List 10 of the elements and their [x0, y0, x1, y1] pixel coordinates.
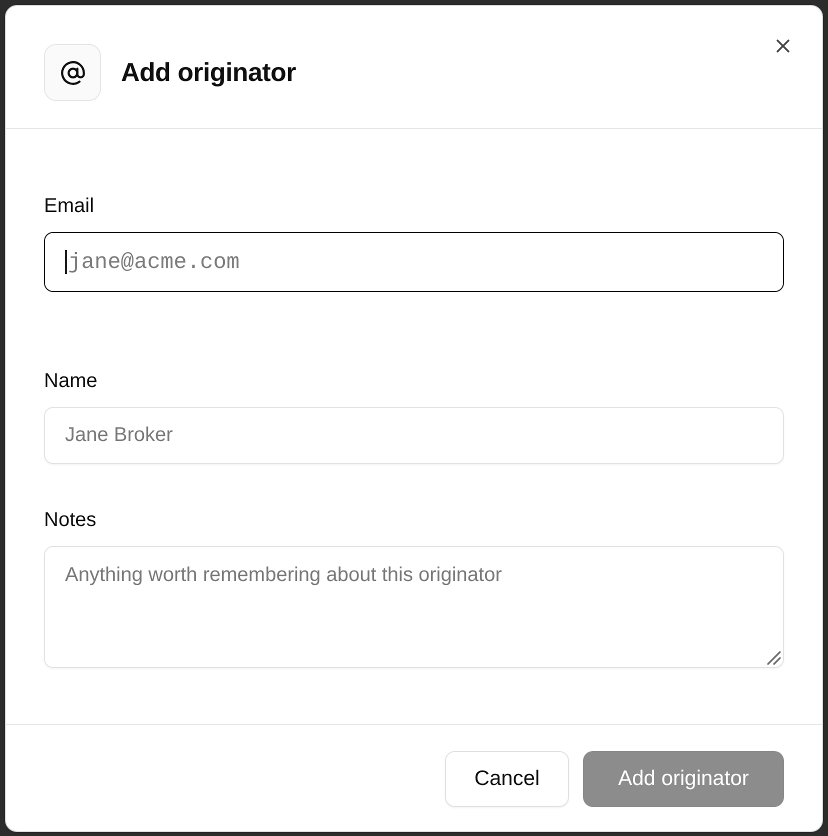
at-sign-icon [44, 44, 101, 101]
notes-textarea-field[interactable]: Anything worth remembering about this originator [44, 546, 784, 668]
email-input-field[interactable]: jane@acme.com [44, 232, 784, 292]
field-label: Name [44, 369, 98, 393]
cancel-button[interactable]: Cancel [445, 751, 569, 807]
field-label: Email [44, 194, 94, 218]
field-label: Notes [44, 508, 96, 532]
name-input-field[interactable]: Jane Broker [44, 407, 784, 464]
resize-handle-icon[interactable] [767, 651, 781, 665]
dialog-title: Add originator [121, 56, 296, 89]
